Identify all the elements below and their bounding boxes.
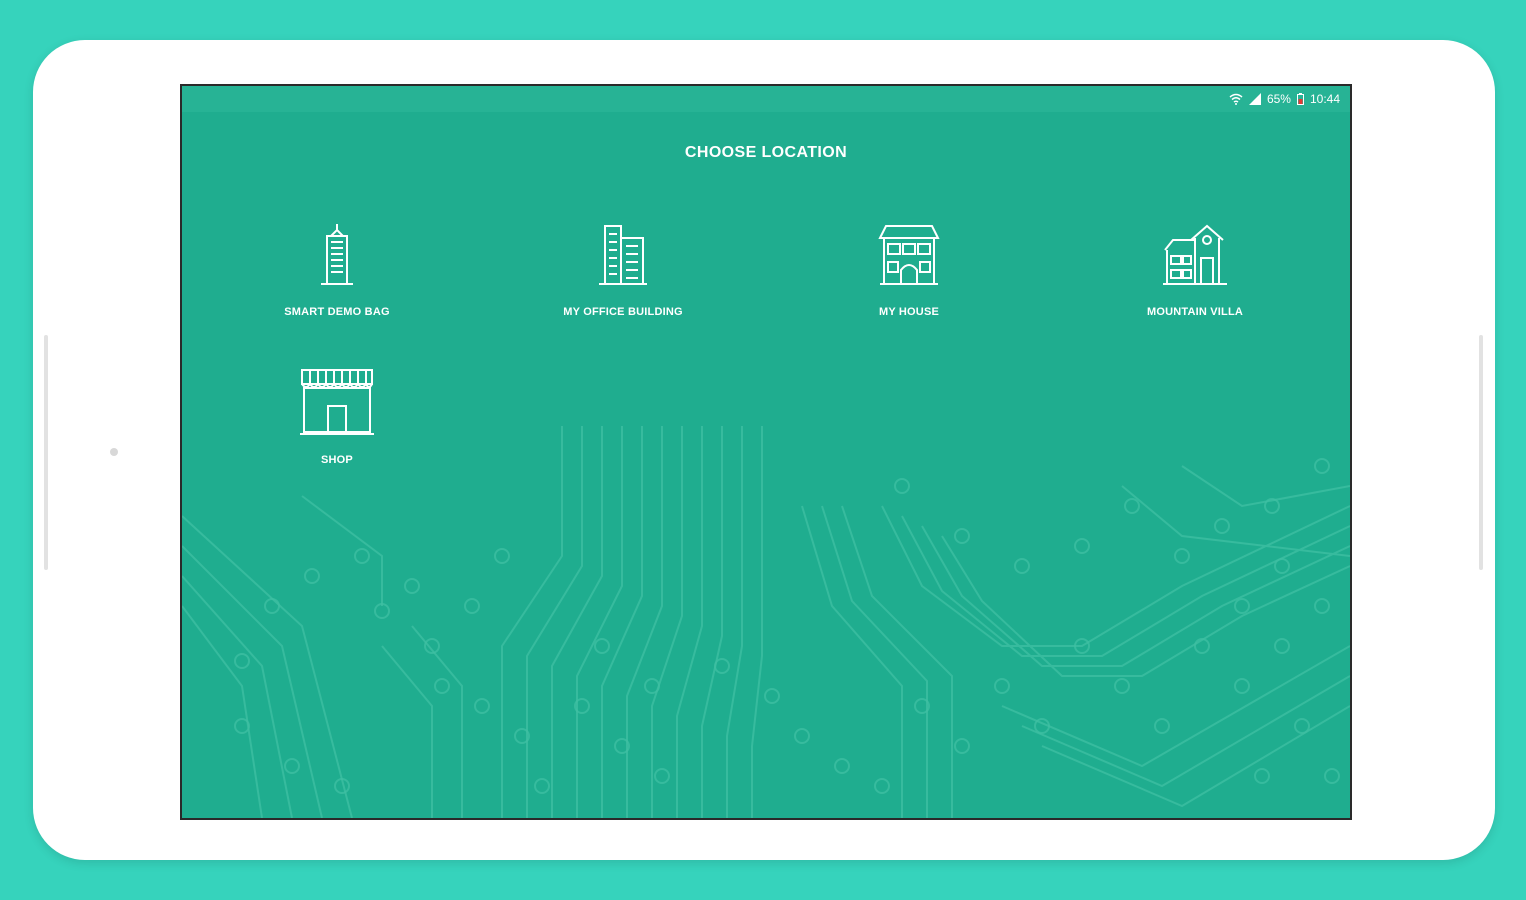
tablet-side-button-left	[44, 335, 48, 570]
wifi-icon	[1229, 93, 1243, 105]
status-bar: 65% 10:44	[182, 86, 1350, 112]
status-time: 10:44	[1309, 92, 1340, 106]
location-label: MOUNTAIN VILLA	[1146, 306, 1244, 318]
location-smart-demo-bag[interactable]: SMART DEMO BAG	[227, 222, 447, 318]
office-building-icon	[595, 222, 651, 288]
battery-icon	[1296, 93, 1304, 105]
location-mountain-villa[interactable]: MOUNTAIN VILLA	[1085, 222, 1305, 318]
battery-percent: 65%	[1266, 92, 1291, 106]
tablet-side-button-right	[1479, 335, 1483, 570]
house-icon	[876, 222, 942, 288]
location-shop[interactable]: SHOP	[227, 368, 447, 466]
location-label: MY OFFICE BUILDING	[563, 306, 683, 318]
location-my-office-building[interactable]: MY OFFICE BUILDING	[513, 222, 733, 318]
shop-icon	[298, 368, 376, 436]
location-my-house[interactable]: MY HOUSE	[799, 222, 1019, 318]
location-label: MY HOUSE	[878, 306, 940, 318]
skyscraper-icon	[317, 222, 357, 288]
tablet-camera	[110, 448, 118, 456]
villa-icon	[1161, 222, 1229, 288]
signal-icon	[1248, 93, 1261, 105]
app-screen: 65% 10:44 CHOOSE LOCATION SMART DEMO BAG	[180, 84, 1352, 820]
location-label: SHOP	[321, 454, 353, 466]
location-label: SMART DEMO BAG	[284, 306, 390, 318]
page-title: CHOOSE LOCATION	[684, 144, 848, 161]
